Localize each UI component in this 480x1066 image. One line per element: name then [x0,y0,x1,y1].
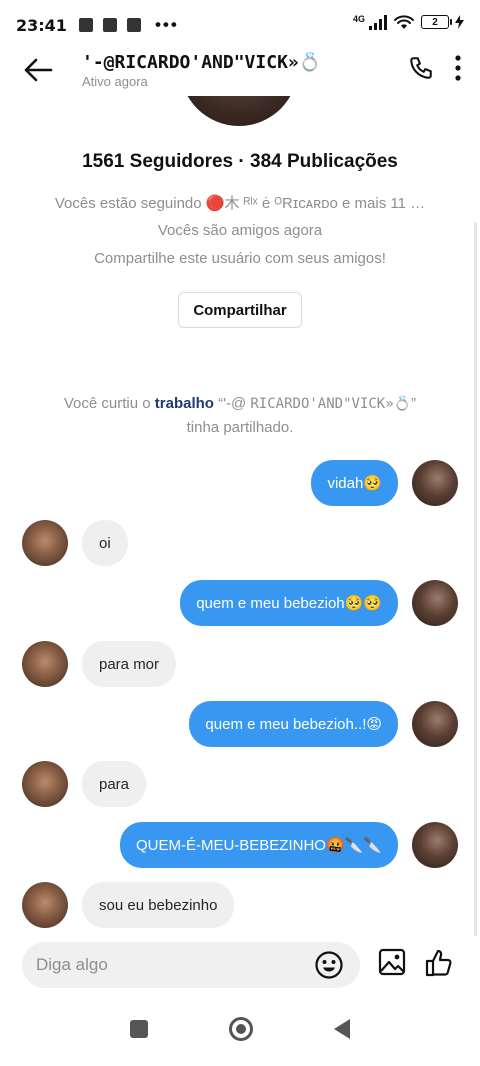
network-type: 4G [352,14,365,24]
notice-link[interactable]: trabalho [155,395,214,412]
thumbs-up-icon[interactable] [424,948,454,978]
battery-icon: 2 [421,15,452,29]
status-time: 23:41 [16,15,67,35]
mutual-following[interactable]: Vocês estão seguindo 🔴⃝木 ᴿˡˣ ė ᴼRɪᴄᴀʀᴅᴏ … [0,192,480,213]
message-bubble-outgoing[interactable]: quem e meu bebezioh..!😡 [189,701,398,747]
message-row-in: para [22,761,147,807]
avatar[interactable] [412,701,458,747]
system-back-button[interactable] [333,1019,350,1039]
dm-screen: 23:41 ••• 4G 2 '-@RICARDO'AND"VICK»💍 Ati… [0,0,480,1066]
image-icon[interactable] [378,948,406,976]
signal-icon [369,14,387,30]
recents-button[interactable] [130,1020,149,1038]
avatar[interactable] [22,520,68,566]
charging-icon [455,15,464,29]
message-bubble-incoming[interactable]: para mor [82,641,177,687]
avatar[interactable] [22,641,68,687]
share-prompt: Compartilhe este usuário com seus amigos… [94,250,386,267]
chat-header: '-@RICARDO'AND"VICK»💍 Ativo agora [0,44,480,96]
notice-prefix: Você curtiu o [63,395,155,412]
notification-icon [126,18,141,32]
notification-icon [102,18,117,32]
home-button[interactable] [228,1017,253,1041]
message-composer[interactable]: Diga algo [22,942,360,988]
message-row-in: para mor [22,641,177,687]
message-row-out: quem e meu bebezioh..!😡 [189,701,458,747]
system-nav-bar [0,992,480,1066]
profile-stats: 1561 Seguidores · 384 Publicações [82,151,398,172]
avatar[interactable] [412,460,458,506]
avatar[interactable] [412,822,458,868]
message-list[interactable]: 1561 Seguidores · 384 Publicações Vocês … [0,96,480,936]
kebab-menu-icon[interactable] [454,54,462,82]
message-row-out: quem e meu bebezioh🥺🥺 [180,580,458,626]
wifi-icon [394,15,414,29]
contact-name: '-@RICARDO'AND"VICK»💍 [82,51,322,73]
friends-note: Vocês são amigos agora [157,222,323,239]
more-notifications-icon: ••• [154,15,179,34]
scrollbar[interactable] [474,222,477,936]
avatar[interactable] [22,761,68,807]
notification-icon [78,18,93,32]
message-row-in: oi [22,520,128,566]
profile-photo[interactable] [180,96,298,126]
avatar[interactable] [412,580,458,626]
back-button[interactable] [18,50,58,90]
battery-level: 2 [432,16,438,28]
notice-quote: “'-@ [213,395,247,412]
message-row-out: vidah🥺 [311,460,458,506]
phone-icon[interactable] [408,55,434,81]
status-bar: 23:41 ••• 4G 2 [0,0,480,50]
message-bubble-incoming[interactable]: sou eu bebezinho [82,882,235,928]
arrow-left-icon [24,58,53,82]
message-row-out: QUEM-É-MEU-BEBEZINHO🤬🔪🔪 [119,822,458,868]
avatar[interactable] [22,882,68,928]
message-bubble-outgoing[interactable]: quem e meu bebezioh🥺🥺 [180,580,398,626]
message-bubble-incoming[interactable]: para [82,761,147,807]
emoji-icon[interactable] [314,950,344,980]
message-row-in: sou eu bebezinho [22,882,235,928]
message-bubble-incoming[interactable]: oi [82,520,128,566]
message-bubble-outgoing[interactable]: vidah🥺 [311,460,398,506]
chat-title[interactable]: '-@RICARDO'AND"VICK»💍 Ativo agora [82,52,321,89]
message-input[interactable]: Diga algo [36,955,108,975]
share-button[interactable]: Compartilhar [178,292,302,328]
like-notice: Você curtiu o trabalho “'-@ RICARDO'AND"… [60,392,420,439]
notice-name: RICARDO'AND"VICK»💍 [250,396,412,412]
active-status: Ativo agora [82,73,148,89]
message-bubble-outgoing[interactable]: QUEM-É-MEU-BEBEZINHO🤬🔪🔪 [119,822,398,868]
